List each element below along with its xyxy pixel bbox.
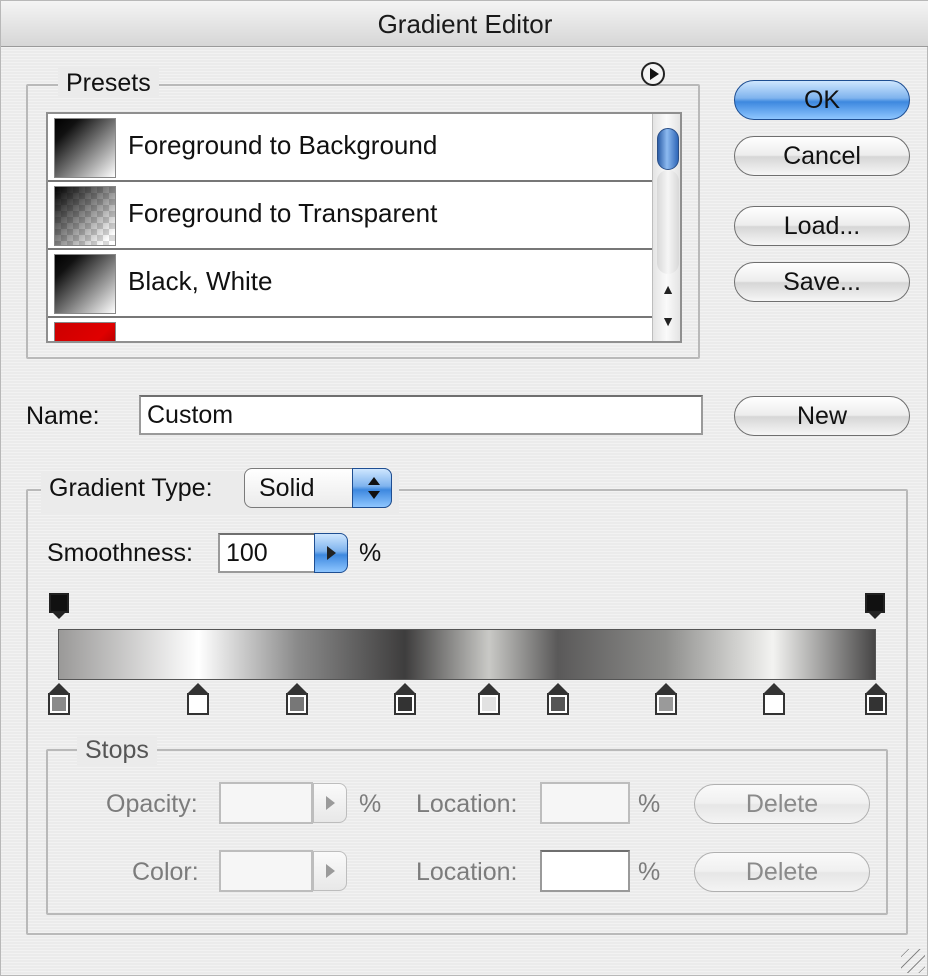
opacity-unit: % (359, 790, 382, 818)
color-delete-button[interactable]: Delete (694, 852, 870, 892)
color-label: Color: (132, 858, 199, 886)
gradient-preview-bar[interactable] (58, 629, 876, 680)
color-stop-marker[interactable] (48, 683, 70, 717)
resize-grip-icon[interactable] (901, 949, 925, 973)
ok-button[interactable]: OK (734, 80, 910, 120)
scroll-up-arrow-icon[interactable]: ▲ (659, 280, 677, 298)
new-button[interactable]: New (734, 396, 910, 436)
color-location-field[interactable] (540, 850, 630, 892)
smoothness-label: Smoothness: (47, 539, 193, 567)
gradient-type-value: Solid (259, 474, 315, 502)
scrollbar-thumb[interactable] (657, 128, 679, 170)
presets-scrollbar[interactable]: ▲ ▼ (652, 114, 680, 341)
preset-label: Foreground to Transparent (128, 198, 438, 228)
opacity-field[interactable] (219, 782, 313, 824)
color-stop-marker[interactable] (865, 683, 887, 717)
color-stop-marker[interactable] (655, 683, 677, 717)
opacity-label: Opacity: (106, 790, 198, 818)
color-stop-marker[interactable] (547, 683, 569, 717)
stops-legend: Stops (77, 735, 157, 765)
presets-menu-arrow-icon[interactable] (641, 62, 665, 86)
color-stop-marker[interactable] (478, 683, 500, 717)
color-swatch-field[interactable] (219, 850, 313, 892)
preset-item-partial[interactable] (48, 318, 652, 341)
smoothness-unit: % (359, 539, 382, 567)
cancel-button[interactable]: Cancel (734, 136, 910, 176)
gradient-type-label: Gradient Type: (49, 474, 213, 502)
color-stop-marker[interactable] (394, 683, 416, 717)
color-menu-arrow-icon[interactable] (313, 851, 347, 891)
preset-item-foreground-to-transparent[interactable]: Foreground to Transparent (48, 182, 652, 250)
name-field[interactable]: Custom (139, 395, 703, 435)
preset-swatch (54, 322, 116, 341)
select-arrows-icon (352, 468, 392, 508)
presets-legend: Presets (58, 68, 159, 98)
preset-swatch (54, 186, 116, 246)
gradient-type-select[interactable]: Solid (244, 468, 392, 508)
color-stop-marker[interactable] (763, 683, 785, 717)
scroll-down-arrow-icon[interactable]: ▼ (659, 312, 677, 330)
save-button[interactable]: Save... (734, 262, 910, 302)
opacity-location-label: Location: (416, 790, 518, 818)
preset-swatch (54, 118, 116, 178)
color-location-unit: % (638, 858, 661, 886)
preset-item-foreground-to-background[interactable]: Foreground to Background (48, 114, 652, 182)
opacity-stop-marker[interactable] (49, 593, 69, 621)
name-label: Name: (26, 402, 100, 430)
window-title: Gradient Editor (377, 9, 553, 39)
load-button[interactable]: Load... (734, 206, 910, 246)
preset-label: Black, White (128, 266, 273, 296)
opacity-location-field[interactable] (540, 782, 630, 824)
opacity-stop-marker[interactable] (865, 593, 885, 621)
color-location-label: Location: (416, 858, 518, 886)
color-stop-marker[interactable] (187, 683, 209, 717)
preset-item-black-white[interactable]: Black, White (48, 250, 652, 318)
opacity-location-unit: % (638, 790, 661, 818)
preset-label: Foreground to Background (128, 130, 438, 160)
color-stop-marker[interactable] (286, 683, 308, 717)
smoothness-slider-arrow-icon[interactable] (314, 533, 348, 573)
gradient-editor-dialog: Gradient Editor Presets Foreground to Ba… (0, 0, 928, 976)
opacity-slider-arrow-icon[interactable] (313, 783, 347, 823)
scrollbar-track[interactable] (657, 170, 679, 274)
preset-swatch (54, 254, 116, 314)
opacity-delete-button[interactable]: Delete (694, 784, 870, 824)
title-bar[interactable]: Gradient Editor (1, 1, 928, 47)
presets-list[interactable]: Foreground to Background Foreground to T… (46, 112, 682, 343)
smoothness-field[interactable]: 100 (218, 533, 316, 573)
